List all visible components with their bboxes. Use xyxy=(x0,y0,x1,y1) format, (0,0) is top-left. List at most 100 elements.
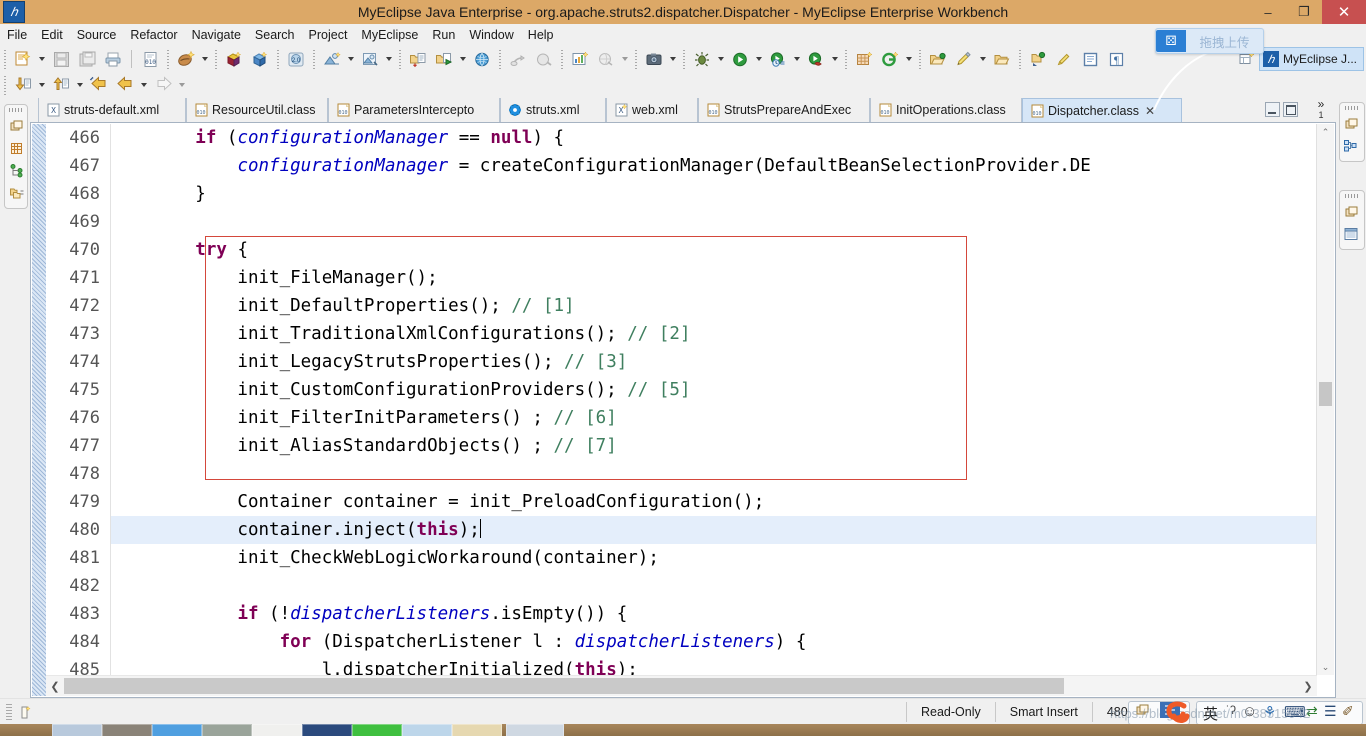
menu-item-edit[interactable]: Edit xyxy=(34,27,70,43)
toolbar-group-handle-7[interactable] xyxy=(559,49,565,69)
step-into-icon[interactable] xyxy=(10,73,36,97)
build-all-icon[interactable]: 010 xyxy=(137,47,163,71)
editor-horizontal-scrollbar[interactable]: ❮ ❯ xyxy=(46,675,1317,696)
open-resource-icon[interactable] xyxy=(989,47,1015,71)
taskbar-item[interactable] xyxy=(152,724,202,736)
step-into-dropdown-icon[interactable] xyxy=(36,73,48,97)
restore-view-icon[interactable] xyxy=(5,115,27,137)
maximize-button[interactable]: ❐ xyxy=(1286,0,1322,24)
sogou-pinyin-icon[interactable] xyxy=(1160,700,1202,732)
forward-nav-dropdown-icon[interactable] xyxy=(176,73,188,97)
scroll-left-icon[interactable]: ❮ xyxy=(46,677,64,695)
run-history-dropdown-icon[interactable] xyxy=(791,47,803,71)
run-as-dropdown-icon[interactable] xyxy=(457,47,469,71)
open-myeclipse-db-icon[interactable] xyxy=(221,47,247,71)
horizontal-scroll-thumb[interactable] xyxy=(64,678,1064,694)
scroll-up-icon[interactable]: ⌃ xyxy=(1317,124,1334,140)
print-icon[interactable] xyxy=(100,47,126,71)
taskbar-item[interactable] xyxy=(352,724,402,736)
toolbar-group-handle-10[interactable] xyxy=(843,49,849,69)
toggle-block-icon[interactable] xyxy=(1077,47,1103,71)
source-editor[interactable]: 466 467 468 469 470 471 472 473 474 475 … xyxy=(30,122,1336,698)
new-class-dropdown-icon[interactable] xyxy=(903,47,915,71)
run-icon[interactable] xyxy=(727,47,753,71)
run-history-icon[interactable] xyxy=(765,47,791,71)
editor-vertical-scrollbar[interactable]: ⌃ ⌄ xyxy=(1316,124,1334,675)
toolbar-group-handle-3[interactable] xyxy=(275,49,281,69)
restore-view-icon[interactable] xyxy=(1340,201,1362,223)
new-wizard-dropdown-icon[interactable] xyxy=(36,47,48,71)
toolbar-group-handle-4[interactable] xyxy=(311,49,317,69)
debug-icon[interactable] xyxy=(689,47,715,71)
editor-tab-strutsprepareandexec[interactable]: 010 StrutsPrepareAndExec xyxy=(698,98,870,122)
open-package-icon[interactable] xyxy=(925,47,951,71)
show-whitespace-icon[interactable]: ¶ xyxy=(1103,47,1129,71)
profile-icon[interactable] xyxy=(803,47,829,71)
left-rail-drag-handle[interactable] xyxy=(9,108,23,112)
taskbar-item[interactable] xyxy=(402,724,452,736)
back-history-icon[interactable] xyxy=(86,73,112,97)
toolbar-group-handle-12[interactable] xyxy=(1017,49,1023,69)
taskbar-item[interactable] xyxy=(102,724,152,736)
globe-icon[interactable] xyxy=(469,47,495,71)
run-dropdown-icon[interactable] xyxy=(753,47,765,71)
snapshot-icon[interactable] xyxy=(641,47,667,71)
menu-item-myeclipse[interactable]: MyEclipse xyxy=(354,27,425,43)
new-table-icon[interactable] xyxy=(851,47,877,71)
menu-item-project[interactable]: Project xyxy=(302,27,355,43)
profile-dropdown-icon[interactable] xyxy=(829,47,841,71)
menu-item-search[interactable]: Search xyxy=(248,27,302,43)
restore-view-icon[interactable] xyxy=(1340,113,1362,135)
editor-tab-initoperations-class[interactable]: 010 InitOperations.class xyxy=(870,98,1022,122)
horizontal-scroll-track[interactable] xyxy=(64,678,1299,694)
task-list-icon[interactable] xyxy=(1340,223,1362,245)
editor-tab-parametersintercepto[interactable]: 010 ParametersIntercepto xyxy=(328,98,500,122)
toolbar-group-handle-9[interactable] xyxy=(681,49,687,69)
step-return-icon[interactable] xyxy=(48,73,74,97)
menu-item-window[interactable]: Window xyxy=(462,27,520,43)
taskbar-item[interactable] xyxy=(52,724,102,736)
taskbar-item[interactable] xyxy=(302,724,352,736)
drag-upload-button[interactable]: ⚄ 拖拽上传 xyxy=(1155,28,1264,54)
toolbar-group-handle-6[interactable] xyxy=(497,49,503,69)
vertical-scroll-thumb[interactable] xyxy=(1319,382,1332,406)
run-config-icon[interactable] xyxy=(357,47,383,71)
status-drag-handle[interactable] xyxy=(6,704,12,720)
scroll-right-icon[interactable]: ❯ xyxy=(1299,677,1317,695)
toolbar-group-handle-2[interactable] xyxy=(213,49,219,69)
insert-mode[interactable]: Smart Insert xyxy=(994,702,1092,722)
toolbar-drag-handle[interactable] xyxy=(2,49,8,69)
debug-dropdown-icon[interactable] xyxy=(715,47,727,71)
new-db-icon[interactable] xyxy=(247,47,273,71)
run-server-dropdown-icon[interactable] xyxy=(345,47,357,71)
snapshot-dropdown-icon[interactable] xyxy=(667,47,679,71)
editor-tab-struts-xml[interactable]: struts.xml xyxy=(500,98,606,122)
menu-item-source[interactable]: Source xyxy=(70,27,124,43)
step-return-dropdown-icon[interactable] xyxy=(74,73,86,97)
menu-item-file[interactable]: File xyxy=(0,27,34,43)
taskbar-item-active[interactable] xyxy=(506,724,564,736)
right-rail-drag-handle-1[interactable] xyxy=(1345,106,1359,110)
toolbar-group-handle[interactable] xyxy=(165,49,171,69)
new-wizard-icon[interactable] xyxy=(10,47,36,71)
editor-tab-web-xml[interactable]: X web.xml xyxy=(606,98,698,122)
web-browser-dropdown-icon[interactable] xyxy=(619,47,631,71)
right-rail-drag-handle-2[interactable] xyxy=(1345,194,1359,198)
search-ref-dropdown-icon[interactable] xyxy=(977,47,989,71)
menu-item-run[interactable]: Run xyxy=(425,27,462,43)
highlight-icon[interactable] xyxy=(1051,47,1077,71)
outline-view-icon[interactable] xyxy=(5,137,27,159)
editor-tab-struts-default-xml[interactable]: X struts-default.xml xyxy=(38,98,186,122)
tab-overflow-chevron[interactable]: » 1 xyxy=(1312,98,1330,121)
open-type-icon[interactable] xyxy=(405,47,431,71)
toolbar-drag-handle-2[interactable] xyxy=(2,75,8,95)
minimize-button[interactable]: – xyxy=(1250,0,1286,24)
deploy-icon[interactable] xyxy=(173,47,199,71)
menu-item-help[interactable]: Help xyxy=(521,27,561,43)
back-nav-dropdown-icon[interactable] xyxy=(138,73,150,97)
hierarchy-view-icon[interactable] xyxy=(5,159,27,181)
web20-icon[interactable]: 2.0 xyxy=(283,47,309,71)
taskbar-item[interactable] xyxy=(202,724,252,736)
run-config-dropdown-icon[interactable] xyxy=(383,47,395,71)
minimize-editor-icon[interactable] xyxy=(1265,102,1280,117)
